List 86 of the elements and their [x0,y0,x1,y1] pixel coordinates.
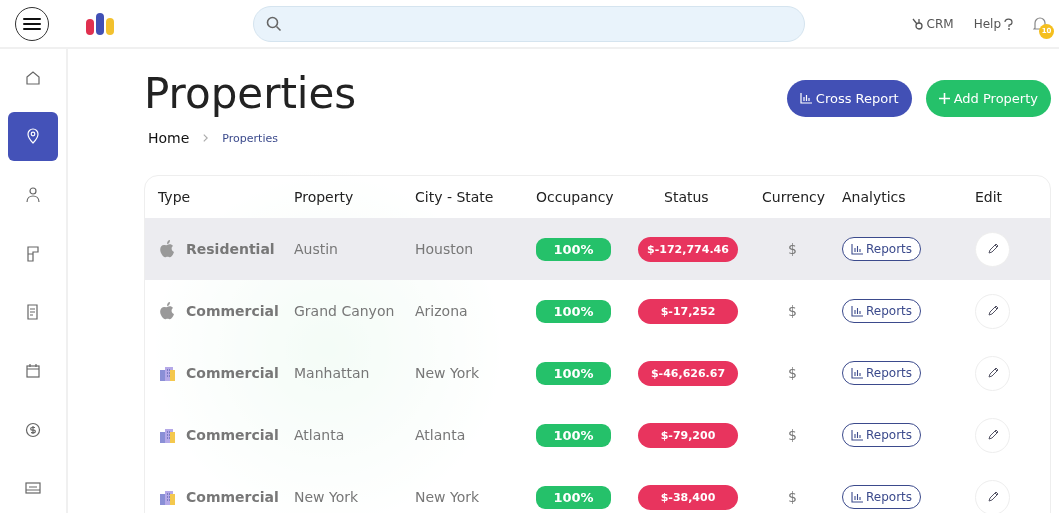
occupancy-badge: 100% [536,423,611,447]
plus-icon [938,93,950,104]
table-row[interactable]: Commercial New York New York 100% $-38,400 $ Reports [145,466,1050,513]
menu-button[interactable] [15,6,49,41]
table-cell-text: Grand Canyon [294,303,396,319]
menu-icon [23,16,41,31]
table-row[interactable]: Commercial Atlanta Atlanta 100% $-79,200 $ Reports [145,404,1050,466]
column-header: Currency [762,189,827,205]
reports-button[interactable]: Reports [842,361,922,385]
building-icon [158,488,176,506]
reports-button[interactable]: Reports [842,485,922,509]
nav-link[interactable]: CRM [911,16,954,31]
column-header: Status [663,189,710,205]
reports-button[interactable]: Reports [842,299,922,323]
hub-icon [911,17,924,30]
cross-report-button[interactable]: Cross Report [786,80,912,117]
table-cell-text: Austin [294,241,339,257]
table-cell-text: New York [415,489,481,505]
page-title: Properties [144,69,357,118]
type-text: Residential [186,241,275,257]
question-icon [1004,17,1013,30]
status-badge: $-46,626.67 [638,360,738,386]
type-text: Commercial [186,365,279,381]
table-cell-text: $ [787,365,798,381]
type-text: Commercial [186,303,279,319]
bar-chart-icon [851,367,863,379]
column-header: Analytics [842,189,907,205]
edit-button[interactable] [975,479,1010,513]
pencil-icon [986,243,999,255]
person-icon [24,186,42,205]
table-row[interactable]: Commercial Manhattan New York 100% $-46,626.67 $ Reports [145,342,1050,404]
status-badge: $-38,400 [638,484,738,510]
plan-icon [24,244,42,263]
occupancy-badge: 100% [536,361,611,385]
table-cell-text: New York [415,365,481,381]
table-row[interactable]: Commercial Grand Canyon Arizona 100% $-17,252 $ Reports [145,280,1050,342]
pencil-icon [986,305,999,317]
bar-chart-icon [851,491,863,503]
table-row[interactable]: Residential Austin Houston 100% $-172,774.46 $ Reports [145,218,1050,280]
table-cell-text: $ [787,427,798,443]
table-cell-text: Arizona [415,303,469,319]
table-cell-text: Atlanta [415,427,467,443]
table-cell-text: $ [787,241,798,257]
table-cell-text: New York [294,489,360,505]
search-icon [266,15,282,32]
pin-icon [24,127,42,146]
apple-icon [158,301,176,321]
table-cell-text: Manhattan [294,365,371,381]
sidebar-item[interactable] [8,111,58,162]
building-icon [158,364,176,382]
logo-icon [85,12,115,35]
column-header: Occupancy [536,189,615,205]
nav-link[interactable]: Help [973,16,1013,31]
pencil-icon [986,491,999,503]
breadcrumb-separator-icon [203,134,209,142]
type-text: Commercial [186,427,279,443]
occupancy-badge: 100% [536,485,611,509]
apple-icon [158,239,176,259]
search-field[interactable] [253,5,805,42]
column-header: Type [158,189,192,205]
calendar-icon [24,361,42,380]
column-header: City - State [415,189,495,205]
breadcrumb-link[interactable]: Home [148,130,190,146]
bar-chart-icon [799,93,812,104]
pencil-icon [986,367,999,379]
occupancy-badge: 100% [536,299,611,323]
status-badge: $-79,200 [638,422,738,448]
table-cell-text: Houston [415,241,475,257]
table-cell-text: $ [787,303,798,319]
status-badge: $-17,252 [638,298,738,324]
dollar-icon [24,420,42,439]
bar-chart-icon [851,429,863,441]
pencil-icon [986,429,999,441]
table-cell-text: $ [787,489,798,505]
breadcrumb-link[interactable]: Properties [222,131,278,145]
bar-chart-icon [851,243,863,255]
reports-button[interactable]: Reports [842,237,922,261]
table-cell-text: Atlanta [294,427,346,443]
reports-button[interactable]: Reports [842,423,922,447]
bar-chart-icon [851,305,863,317]
status-badge: $-172,774.46 [638,236,738,262]
building-icon [158,426,176,444]
type-text: Commercial [186,489,279,505]
column-header: Property [294,189,355,205]
occupancy-badge: 100% [536,237,611,261]
column-header: Edit [975,189,1004,205]
